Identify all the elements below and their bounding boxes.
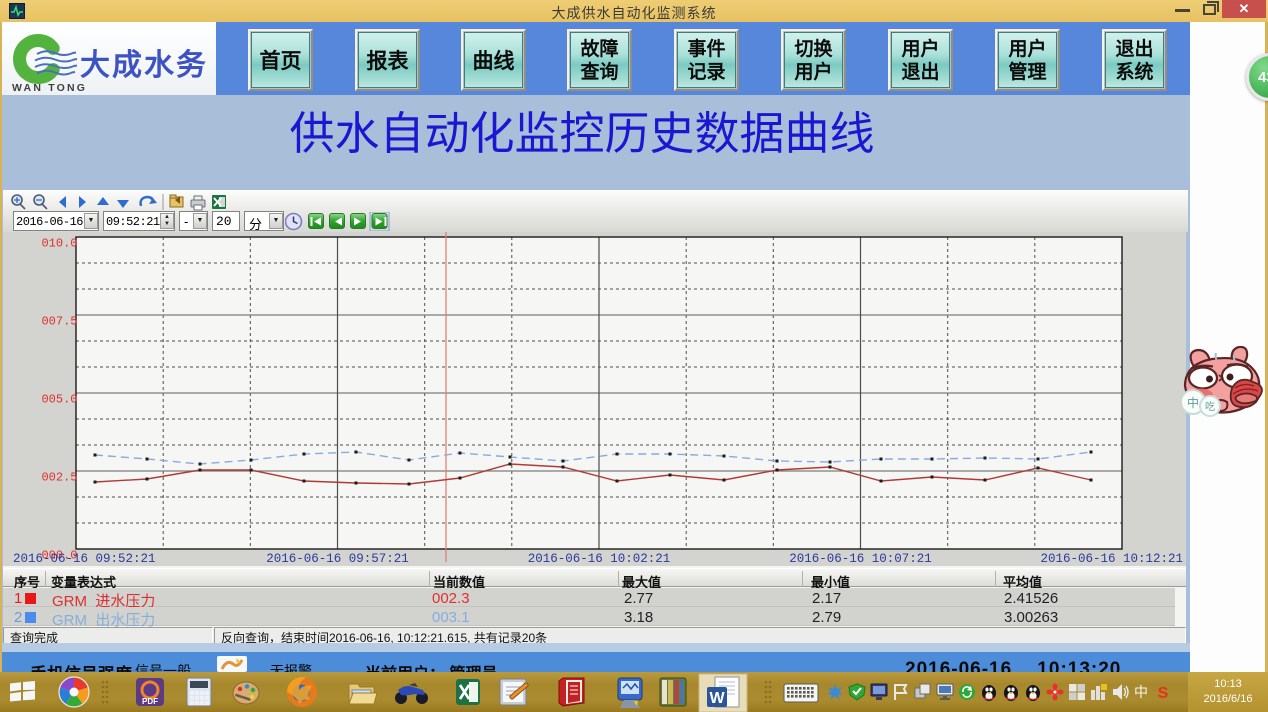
- svg-text:WAN TONG: WAN TONG: [12, 82, 87, 94]
- svg-text:2016-06-16 09:52:21: 2016-06-16 09:52:21: [13, 552, 156, 566]
- svg-text:W: W: [709, 690, 725, 707]
- svg-text:2016-06-16 10:12:21: 2016-06-16 10:12:21: [1040, 552, 1183, 566]
- svg-text:吃: 吃: [1205, 400, 1215, 413]
- svg-text:中: 中: [1187, 395, 1199, 410]
- svg-text:010.0: 010.0: [41, 237, 77, 251]
- svg-text:大成水务: 大成水务: [80, 49, 208, 82]
- svg-text:PDF: PDF: [142, 697, 158, 706]
- svg-text:中: 中: [1134, 684, 1148, 700]
- svg-text:007.5: 007.5: [41, 315, 77, 329]
- svg-text:2016-06-16 09:57:21: 2016-06-16 09:57:21: [266, 552, 409, 566]
- svg-text:005.0: 005.0: [41, 393, 77, 407]
- svg-text:2016-06-16 10:07:21: 2016-06-16 10:07:21: [789, 552, 932, 566]
- svg-text:S: S: [1158, 685, 1169, 702]
- svg-text:2016-06-16 10:02:21: 2016-06-16 10:02:21: [528, 552, 671, 566]
- svg-text:002.5: 002.5: [41, 471, 77, 485]
